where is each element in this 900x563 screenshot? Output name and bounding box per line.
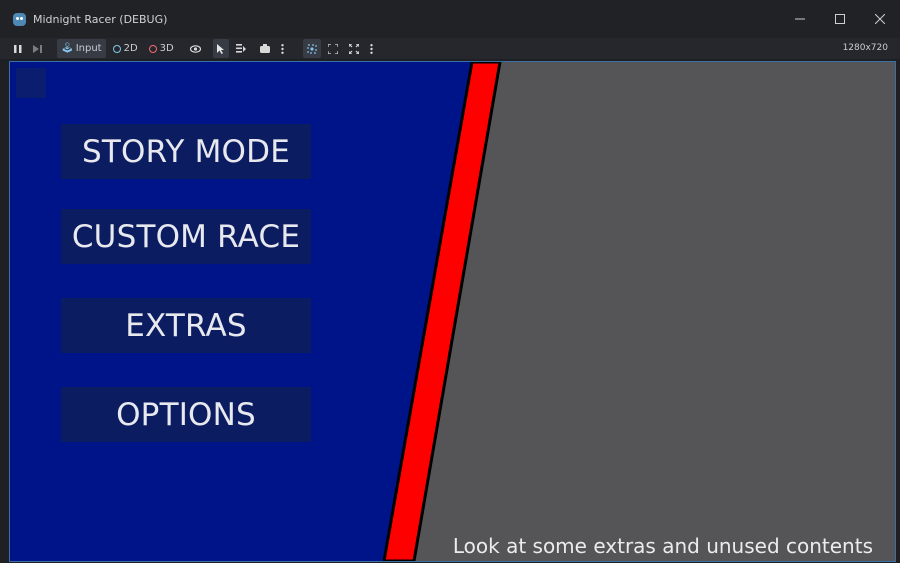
minimize-icon[interactable] [780, 0, 820, 38]
options-button[interactable]: OPTIONS [61, 387, 311, 442]
pause-icon [14, 44, 22, 53]
focus-icon [307, 43, 317, 54]
mode-2d-button[interactable]: 2D [109, 39, 142, 58]
godot-icon [13, 12, 26, 26]
camera-button[interactable] [256, 39, 274, 58]
options-label: OPTIONS [116, 396, 256, 433]
maximize-icon[interactable] [820, 0, 860, 38]
list-icon [235, 44, 246, 53]
menu-description: Look at some extras and unused contents [452, 534, 873, 558]
kebab-menu-icon [281, 43, 284, 54]
joystick-icon: 🕹︎ [61, 43, 74, 54]
select-button[interactable] [212, 39, 229, 58]
list-select-button[interactable] [232, 39, 250, 58]
close-icon[interactable] [860, 0, 900, 38]
corner-square [16, 68, 46, 98]
extras-label: EXTRAS [125, 307, 247, 344]
eye-icon [189, 44, 201, 53]
fullscreen-button[interactable] [345, 39, 363, 58]
step-frame-icon [33, 44, 42, 53]
custom-race-button[interactable]: CUSTOM RACE [61, 209, 311, 264]
story-mode-label: STORY MODE [82, 133, 290, 170]
ring-icon [112, 44, 121, 53]
expand-icon [327, 43, 338, 54]
ring-icon [148, 44, 157, 53]
pause-button[interactable] [10, 39, 26, 58]
window-title: Midnight Racer (DEBUG) [33, 12, 168, 26]
fit-view-button[interactable] [324, 39, 342, 58]
mode-3d-label: 3D [159, 43, 174, 54]
input-label: Input [75, 43, 102, 54]
resolution-readout: 1280x720 [842, 43, 888, 53]
camera-override-button[interactable] [302, 39, 321, 58]
input-toggle[interactable]: 🕹︎ Input [57, 39, 106, 58]
step-frame-button[interactable] [29, 39, 46, 58]
more-options-button[interactable] [277, 39, 288, 58]
window-controls [780, 0, 900, 38]
game-window: Midnight Racer (DEBUG) 🕹︎ Input 2D 3D 12… [0, 0, 900, 563]
cursor-icon [216, 43, 224, 54]
camera-icon [259, 44, 270, 53]
more-view-options-button[interactable] [366, 39, 377, 58]
fullscreen-icon [348, 43, 359, 54]
game-viewport[interactable]: STORY MODE CUSTOM RACE EXTRAS OPTIONS Lo… [9, 61, 896, 562]
mode-2d-label: 2D [123, 43, 138, 54]
kebab-menu-icon [370, 43, 373, 54]
extras-button[interactable]: EXTRAS [61, 298, 311, 353]
debug-toolbar: 🕹︎ Input 2D 3D 1280x720 [0, 38, 900, 59]
custom-race-label: CUSTOM RACE [71, 218, 301, 255]
title-bar: Midnight Racer (DEBUG) [0, 0, 900, 38]
story-mode-button[interactable]: STORY MODE [61, 124, 311, 179]
visibility-button[interactable] [186, 39, 205, 58]
mode-3d-button[interactable]: 3D [145, 39, 178, 58]
